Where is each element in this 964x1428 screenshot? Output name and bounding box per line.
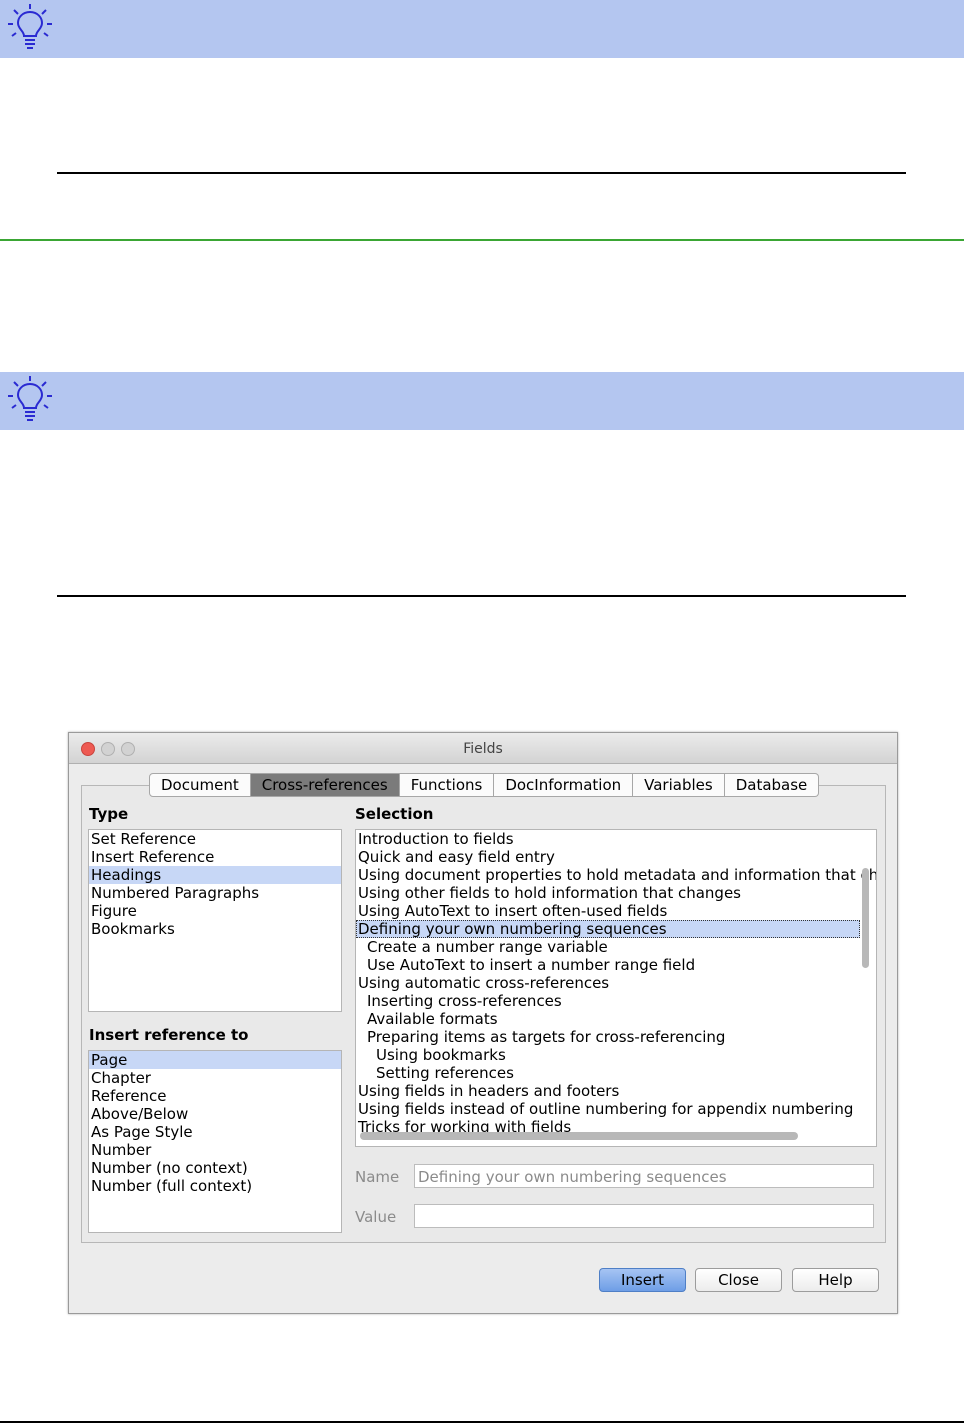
type-list[interactable]: Set Reference Insert Reference Headings … <box>88 829 342 1012</box>
list-item[interactable]: Using fields instead of outline numberin… <box>356 1100 876 1118</box>
tab-database[interactable]: Database <box>724 773 820 797</box>
tab-document[interactable]: Document <box>149 773 251 797</box>
list-item-selected[interactable]: Page <box>89 1051 341 1069</box>
close-button[interactable]: Close <box>695 1268 782 1292</box>
list-item[interactable]: Set Reference <box>89 830 341 848</box>
tab-functions[interactable]: Functions <box>399 773 495 797</box>
value-field[interactable] <box>414 1204 874 1228</box>
tab-bar: Document Cross-references Functions DocI… <box>149 773 820 797</box>
insert-reference-label: Insert reference to <box>89 1026 249 1044</box>
list-item[interactable]: Quick and easy field entry <box>356 848 876 866</box>
selection-label: Selection <box>355 805 434 823</box>
list-item[interactable]: Using other fields to hold information t… <box>356 884 876 902</box>
list-item[interactable]: Insert Reference <box>89 848 341 866</box>
tab-docinformation[interactable]: DocInformation <box>494 773 634 797</box>
list-item[interactable]: Number <box>89 1141 341 1159</box>
separator-rule <box>57 595 906 597</box>
horizontal-scrollbar[interactable] <box>360 1132 798 1140</box>
list-item[interactable]: Create a number range variable <box>356 938 876 956</box>
lightbulb-icon <box>8 4 52 49</box>
value-label: Value <box>355 1208 397 1226</box>
title-bar: Fields <box>69 733 897 764</box>
tab-cross-references[interactable]: Cross-references <box>250 773 400 797</box>
list-item[interactable]: Number (full context) <box>89 1177 341 1195</box>
section-rule <box>0 239 964 241</box>
insert-reference-list[interactable]: Page Chapter Reference Above/Below As Pa… <box>88 1050 342 1233</box>
list-item-selected[interactable]: Headings <box>89 866 341 884</box>
list-item[interactable]: Using bookmarks <box>356 1046 876 1064</box>
list-item[interactable]: Setting references <box>356 1064 876 1082</box>
list-item[interactable]: Above/Below <box>89 1105 341 1123</box>
list-item[interactable]: Inserting cross-references <box>356 992 876 1010</box>
list-item[interactable]: Bookmarks <box>89 920 341 938</box>
tip-bar <box>0 372 964 430</box>
list-item[interactable]: Preparing items as targets for cross-ref… <box>356 1028 876 1046</box>
list-item[interactable]: Using document properties to hold metada… <box>356 866 876 884</box>
list-item[interactable]: Use AutoText to insert a number range fi… <box>356 956 876 974</box>
list-item[interactable]: Available formats <box>356 1010 876 1028</box>
vertical-scrollbar[interactable] <box>862 868 869 968</box>
tip-bar <box>0 0 964 58</box>
dialog-title: Fields <box>463 741 503 757</box>
list-item[interactable]: Figure <box>89 902 341 920</box>
tab-variables[interactable]: Variables <box>633 773 725 797</box>
list-item[interactable]: As Page Style <box>89 1123 341 1141</box>
list-item-selected[interactable]: Defining your own numbering sequences <box>356 920 860 938</box>
name-field[interactable]: Defining your own numbering sequences <box>414 1164 874 1188</box>
name-label: Name <box>355 1168 400 1186</box>
list-item[interactable]: Chapter <box>89 1069 341 1087</box>
list-item[interactable]: Using fields in headers and footers <box>356 1082 876 1100</box>
footer-rule <box>0 1421 964 1423</box>
selection-list[interactable]: Introduction to fields Quick and easy fi… <box>355 829 877 1147</box>
list-item[interactable]: Introduction to fields <box>356 830 876 848</box>
list-item[interactable]: Number (no context) <box>89 1159 341 1177</box>
lightbulb-icon <box>8 376 52 421</box>
insert-button[interactable]: Insert <box>599 1268 686 1292</box>
list-item[interactable]: Reference <box>89 1087 341 1105</box>
list-item[interactable]: Numbered Paragraphs <box>89 884 341 902</box>
type-label: Type <box>89 805 129 823</box>
separator-rule <box>57 172 906 174</box>
list-item[interactable]: Using automatic cross-references <box>356 974 876 992</box>
help-button[interactable]: Help <box>792 1268 879 1292</box>
list-item[interactable]: Using AutoText to insert often-used fiel… <box>356 902 876 920</box>
